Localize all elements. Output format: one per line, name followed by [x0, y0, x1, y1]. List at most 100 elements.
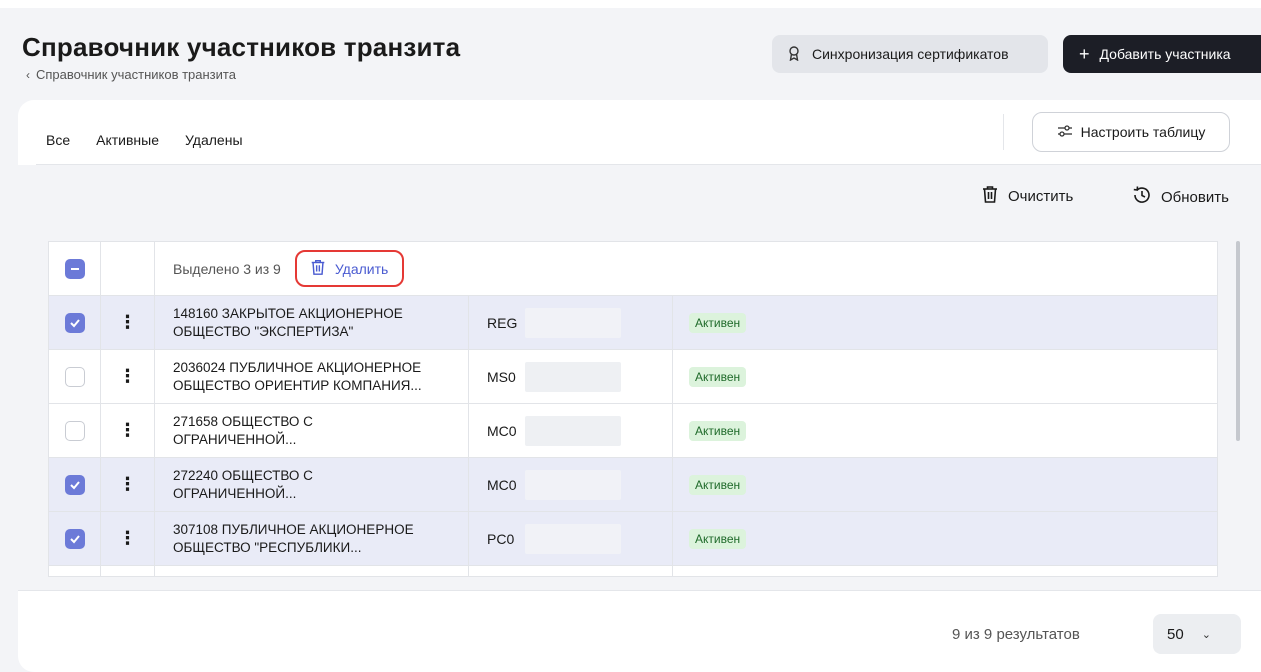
- select-all-checkbox[interactable]: [64, 258, 85, 279]
- breadcrumb-label: Справочник участников транзита: [36, 67, 236, 82]
- add-participant-button[interactable]: + Добавить участника: [1063, 35, 1261, 73]
- status-badge: Активен: [689, 528, 747, 549]
- row-menu-button[interactable]: ⋮: [101, 458, 155, 511]
- status-badge: Активен: [689, 474, 747, 495]
- status-badge: Активен: [689, 312, 747, 333]
- row-menu-button[interactable]: ⋮: [101, 350, 155, 403]
- breadcrumb[interactable]: ‹ Справочник участников транзита: [26, 67, 236, 82]
- tab-all[interactable]: Все: [46, 132, 77, 166]
- status-cell: Активен: [673, 296, 1217, 349]
- table-area: Выделено 3 из 9 Удалить ⋮ 148160 ЗАКРЫТО…: [18, 225, 1261, 590]
- participant-code: MC0: [469, 458, 673, 511]
- configure-table-button[interactable]: Настроить таблицу: [1032, 112, 1230, 152]
- page-title: Справочник участников транзита: [22, 32, 461, 62]
- tab-active[interactable]: Активные: [96, 132, 159, 148]
- code-text: REG: [487, 314, 518, 331]
- selection-bar: Выделено 3 из 9 Удалить: [155, 242, 1217, 295]
- row-checkbox[interactable]: [64, 474, 85, 495]
- table-row[interactable]: ⋮ 271658 ОБЩЕСТВО С ОГРАНИЧЕННОЙ... MC0 А…: [49, 404, 1217, 458]
- delete-selected-button[interactable]: Удалить: [294, 250, 405, 287]
- top-strip: [0, 0, 1261, 8]
- participant-name: 148160 ЗАКРЫТОЕ АКЦИОНЕРНОЕ ОБЩЕСТВО "ЭКС…: [155, 296, 469, 349]
- code-text: MC0: [487, 422, 517, 439]
- scrollbar-thumb[interactable]: [1236, 241, 1240, 441]
- configure-label: Настроить таблицу: [1080, 124, 1206, 140]
- row-checkbox[interactable]: [64, 312, 85, 333]
- name-line-1: 148160 ЗАКРЫТОЕ АКЦИОНЕРНОЕ: [173, 305, 403, 321]
- row-checkbox-cell: [49, 566, 101, 576]
- refresh-label: Обновить: [1161, 188, 1229, 206]
- name-line-1: 307108 ПУБЛИЧНОЕ АКЦИОНЕРНОЕ: [173, 521, 414, 537]
- status-cell: Активен: [673, 458, 1217, 511]
- name-line-1: 2036024 ПУБЛИЧНОЕ АКЦИОНЕРНОЕ: [173, 359, 422, 375]
- name-line-2: ОБЩЕСТВО ОРИЕНТИР КОМПАНИЯ...: [173, 377, 422, 393]
- row-checkbox[interactable]: [64, 420, 85, 441]
- row-checkbox[interactable]: [64, 366, 85, 387]
- name-line-2: ОБЩЕСТВО "ЭКСПЕРТИЗА": [173, 323, 354, 339]
- redacted-block: [525, 308, 621, 338]
- trash-icon: [309, 258, 327, 279]
- participant-code: MC0: [469, 404, 673, 457]
- divider: [1003, 114, 1004, 150]
- participant-name: 2036024 ПУБЛИЧНОЕ АКЦИОНЕРНОЕ ОБЩЕСТВО ОР…: [155, 350, 469, 403]
- toolbar: [18, 165, 1261, 225]
- code-text: MC0: [487, 476, 517, 493]
- table-row[interactable]: ⋮ 272240 ОБЩЕСТВО С ОГРАНИЧЕННОЙ... MC0 А…: [49, 458, 1217, 512]
- clear-label: Очистить: [1008, 187, 1074, 205]
- name-line-1: 272240 ОБЩЕСТВО С: [173, 467, 313, 483]
- name-line-2: ОГРАНИЧЕННОЙ...: [173, 485, 297, 501]
- code-text: PC0: [487, 530, 515, 547]
- row-checkbox[interactable]: [64, 528, 85, 549]
- row-checkbox-cell: [49, 296, 101, 349]
- page-size-select[interactable]: 50 ⌄: [1153, 614, 1241, 654]
- main-card: Все Активные Удалены Настроить таблицу О…: [18, 100, 1261, 672]
- table-row[interactable]: ⋮ 2036024 ПУБЛИЧНОЕ АКЦИОНЕРНОЕ ОБЩЕСТВО …: [49, 350, 1217, 404]
- header-checkbox-cell: [49, 242, 101, 295]
- table-row-partial: [49, 566, 1217, 576]
- participant-name: 271658 ОБЩЕСТВО С ОГРАНИЧЕННОЙ...: [155, 404, 469, 457]
- name-line-1: 271658 ОБЩЕСТВО С: [173, 413, 313, 429]
- sliders-icon: [1057, 124, 1073, 141]
- row-menu-cell: [101, 566, 155, 576]
- row-checkbox-cell: [49, 512, 101, 565]
- certificate-icon: [786, 45, 802, 64]
- redacted-block: [525, 470, 621, 500]
- table-row[interactable]: ⋮ 307108 ПУБЛИЧНОЕ АКЦИОНЕРНОЕ ОБЩЕСТВО "…: [49, 512, 1217, 566]
- redacted-block: [525, 416, 621, 446]
- plus-icon: +: [1079, 43, 1090, 64]
- tab-deleted[interactable]: Удалены: [185, 132, 243, 148]
- clear-button[interactable]: Очистить: [980, 184, 1073, 208]
- selection-count: Выделено 3 из 9: [173, 260, 281, 277]
- participant-name: 307108 ПУБЛИЧНОЕ АКЦИОНЕРНОЕ ОБЩЕСТВО "РЕ…: [155, 512, 469, 565]
- history-icon: [1131, 184, 1153, 210]
- row-checkbox-cell: [49, 404, 101, 457]
- row-checkbox-cell: [49, 350, 101, 403]
- participant-code: REG: [469, 296, 673, 349]
- table-header-row: Выделено 3 из 9 Удалить: [49, 242, 1217, 296]
- footer-divider: [18, 590, 1261, 591]
- vertical-scrollbar[interactable]: [1236, 241, 1240, 571]
- add-label: Добавить участника: [1099, 46, 1231, 62]
- refresh-button[interactable]: Обновить: [1131, 184, 1229, 210]
- tab-bar: Все Активные Удалены: [46, 132, 269, 166]
- name-line-2: ОБЩЕСТВО "РЕСПУБЛИКИ...: [173, 539, 362, 555]
- name-line-2: ОГРАНИЧЕННОЙ...: [173, 431, 297, 447]
- row-menu-button[interactable]: ⋮: [101, 404, 155, 457]
- participant-name: 272240 ОБЩЕСТВО С ОГРАНИЧЕННОЙ...: [155, 458, 469, 511]
- sync-label: Синхронизация сертификатов: [812, 46, 1009, 62]
- redacted-block: [525, 362, 621, 392]
- status-badge: Активен: [689, 420, 747, 441]
- code-text: MS0: [487, 368, 516, 385]
- delete-label: Удалить: [334, 260, 389, 277]
- page-size-value: 50: [1167, 625, 1184, 643]
- sync-certificates-button[interactable]: Синхронизация сертификатов: [772, 35, 1048, 73]
- chevron-left-icon: ‹: [26, 67, 30, 82]
- participants-table: Выделено 3 из 9 Удалить ⋮ 148160 ЗАКРЫТО…: [48, 241, 1218, 577]
- status-cell: Активен: [673, 512, 1217, 565]
- participant-code: MS0: [469, 350, 673, 403]
- table-row[interactable]: ⋮ 148160 ЗАКРЫТОЕ АКЦИОНЕРНОЕ ОБЩЕСТВО "Э…: [49, 296, 1217, 350]
- redacted-block: [525, 524, 621, 554]
- row-checkbox-cell: [49, 458, 101, 511]
- row-menu-button[interactable]: ⋮: [101, 296, 155, 349]
- row-menu-button[interactable]: ⋮: [101, 512, 155, 565]
